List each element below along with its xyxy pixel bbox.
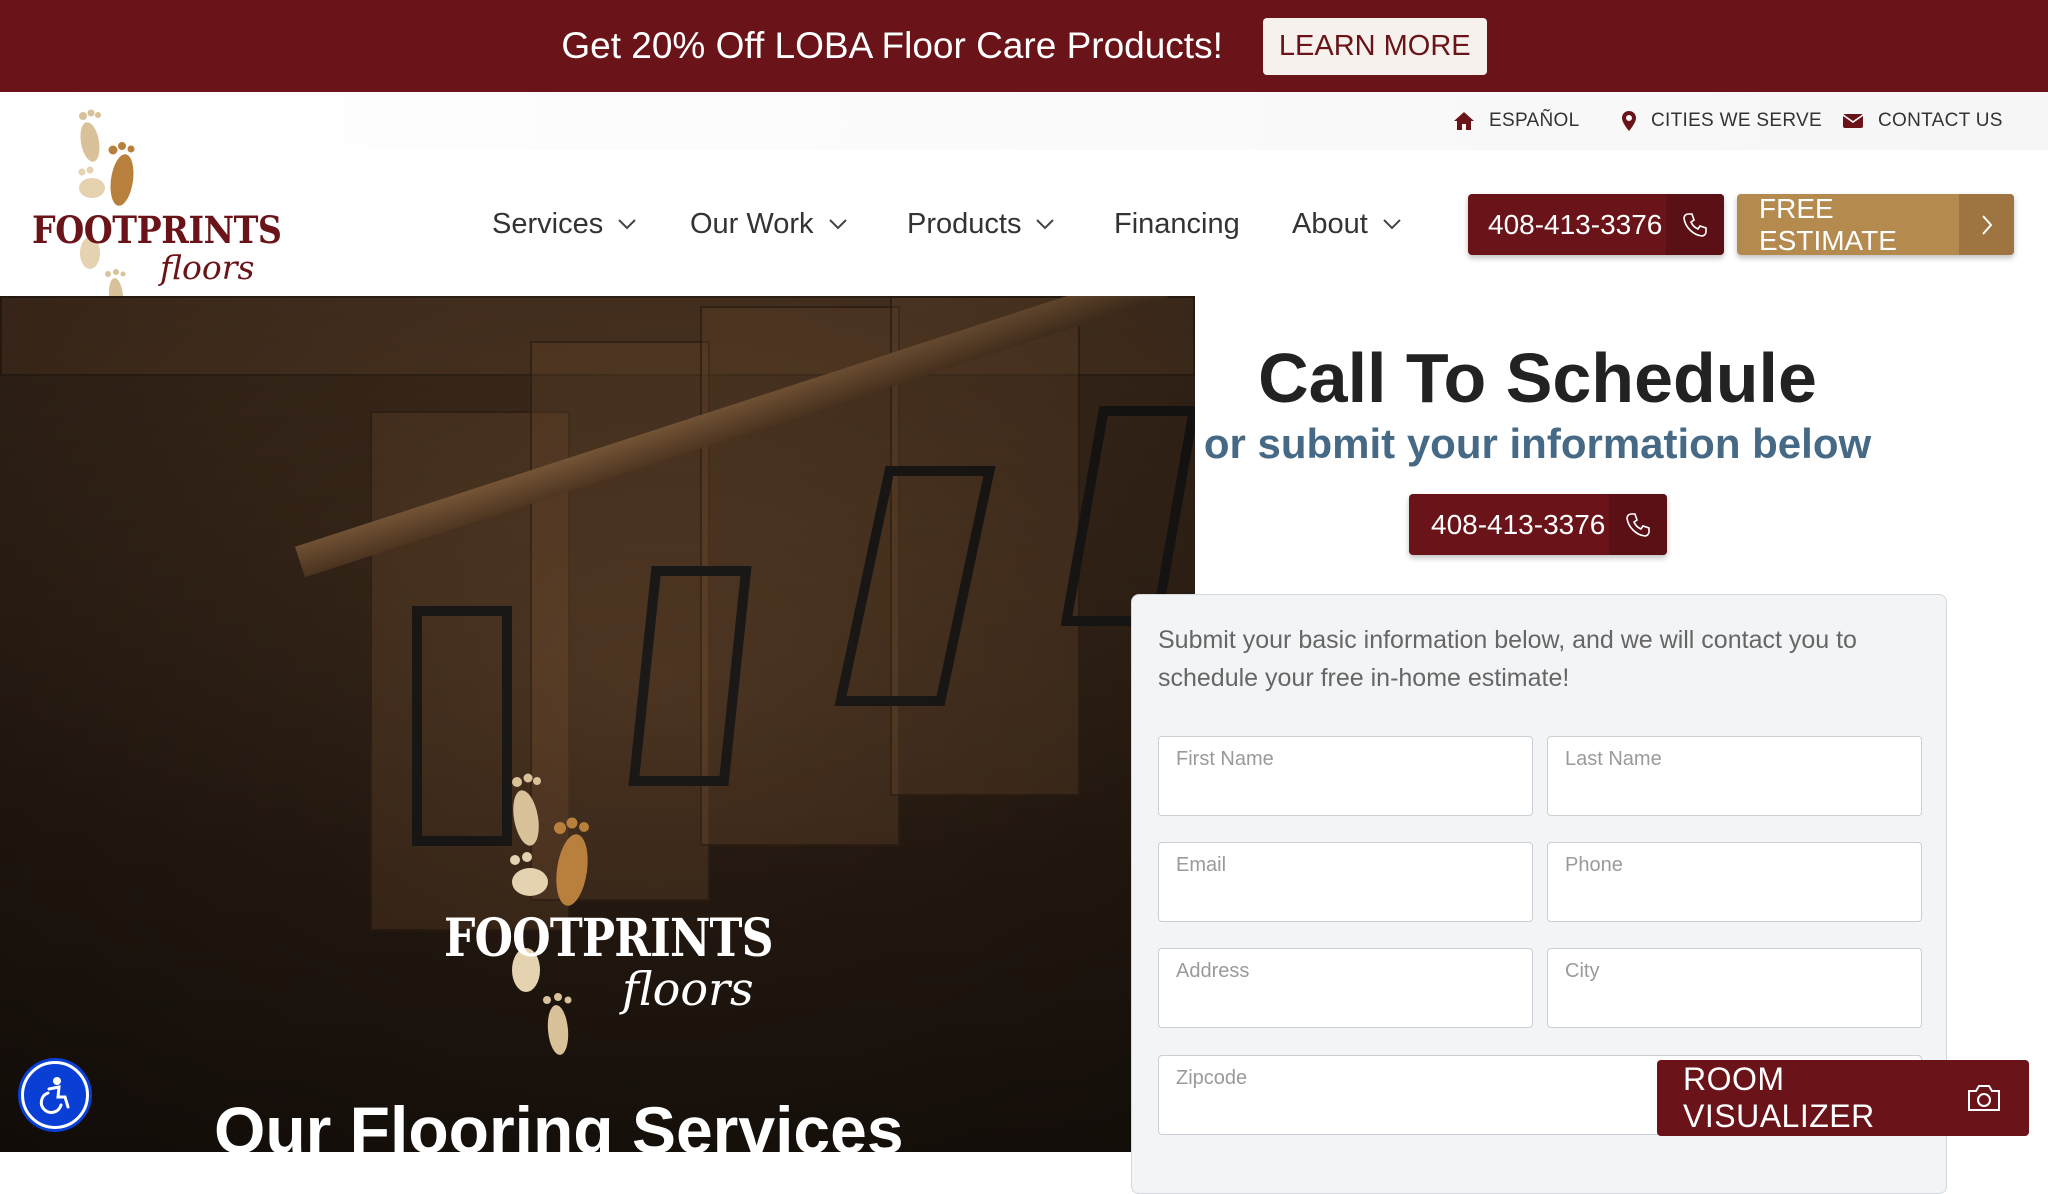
home-icon — [1454, 112, 1474, 130]
promo-banner: Get 20% Off LOBA Floor Care Products! LE… — [0, 0, 2048, 92]
promo-text: Get 20% Off LOBA Floor Care Products! — [561, 25, 1223, 66]
espanol-link[interactable]: ESPAÑOL — [1453, 92, 1579, 150]
chevron-right-icon — [1959, 194, 2014, 255]
hero-heading: Our Flooring Services — [214, 1093, 904, 1167]
first-name-placeholder: First Name — [1176, 748, 1274, 770]
accessibility-icon — [39, 1077, 70, 1114]
nav-financing[interactable]: Financing — [1114, 198, 1240, 250]
learn-more-button[interactable]: LEARN MORE — [1262, 17, 1487, 75]
free-estimate-label: FREE ESTIMATE — [1759, 192, 1897, 256]
espanol-label: ESPAÑOL — [1489, 110, 1580, 131]
phone-icon — [1609, 494, 1667, 555]
envelope-icon — [1842, 114, 1864, 128]
city-field[interactable]: City — [1547, 948, 1922, 1028]
nav-about-label: About — [1292, 207, 1368, 240]
nav-our-work[interactable]: Our Work — [690, 198, 848, 250]
phone-field[interactable]: Phone — [1547, 842, 1922, 922]
cta-phone-button[interactable]: 408-413-3376 — [1409, 494, 1667, 555]
contact-us-label: CONTACT US — [1878, 110, 2003, 131]
map-pin-icon — [1622, 111, 1636, 131]
nav-services-label: Services — [492, 207, 604, 240]
city-placeholder: City — [1565, 960, 1600, 982]
room-visualizer-label: ROOM VISUALIZER — [1683, 1061, 1875, 1134]
utility-bar: ESPAÑOL CITIES WE SERVE CONTACT US — [0, 92, 2048, 150]
last-name-placeholder: Last Name — [1565, 748, 1662, 770]
last-name-field[interactable]: Last Name — [1547, 736, 1922, 816]
footprints-logo[interactable]: FOOTPRINTS floors — [28, 108, 282, 323]
chevron-down-icon — [828, 219, 847, 230]
form-intro: Submit your basic information below, and… — [1158, 626, 1857, 692]
address-placeholder: Address — [1176, 960, 1250, 982]
nav-services[interactable]: Services — [492, 198, 637, 250]
cta-phone-label: 408-413-3376 — [1431, 508, 1606, 540]
logo-subtitle: floors — [160, 248, 255, 287]
hero-logo: FOOTPRINTS floors — [440, 770, 773, 1070]
camera-icon — [1968, 1085, 2000, 1111]
zipcode-placeholder: Zipcode — [1176, 1067, 1248, 1089]
chevron-down-icon — [1383, 219, 1401, 230]
header-phone-label: 408-413-3376 — [1488, 208, 1663, 240]
free-estimate-button[interactable]: FREE ESTIMATE — [1737, 192, 2014, 256]
cities-we-serve-link[interactable]: CITIES WE SERVE — [1621, 92, 1822, 150]
logo-title: FOOTPRINTS — [32, 208, 282, 252]
accessibility-button[interactable] — [21, 1061, 89, 1129]
header-phone-button[interactable]: 408-413-3376 — [1468, 194, 1724, 255]
phone-icon — [1666, 194, 1724, 255]
nav-products-label: Products — [907, 207, 1022, 240]
email-field[interactable]: Email — [1158, 842, 1533, 922]
first-name-field[interactable]: First Name — [1158, 736, 1533, 816]
cta-title: Call To Schedule — [1258, 339, 1817, 417]
chevron-down-icon — [618, 219, 636, 230]
email-placeholder: Email — [1176, 854, 1227, 876]
nav-financing-label: Financing — [1114, 207, 1240, 240]
nav-products[interactable]: Products — [907, 198, 1055, 250]
cta-subtitle: or submit your information below — [1203, 420, 1872, 467]
hero-logo-title: FOOTPRINTS — [444, 908, 773, 969]
cities-we-serve-label: CITIES WE SERVE — [1651, 110, 1822, 131]
room-visualizer-button[interactable]: ROOM VISUALIZER — [1657, 1060, 2029, 1136]
phone-placeholder: Phone — [1565, 854, 1623, 876]
hero-logo-subtitle: floors — [622, 962, 754, 1016]
address-field[interactable]: Address — [1158, 948, 1533, 1028]
nav-about[interactable]: About — [1292, 198, 1402, 250]
chevron-down-icon — [1036, 219, 1055, 230]
contact-us-link[interactable]: CONTACT US — [1842, 92, 2003, 150]
nav-our-work-label: Our Work — [690, 207, 814, 240]
